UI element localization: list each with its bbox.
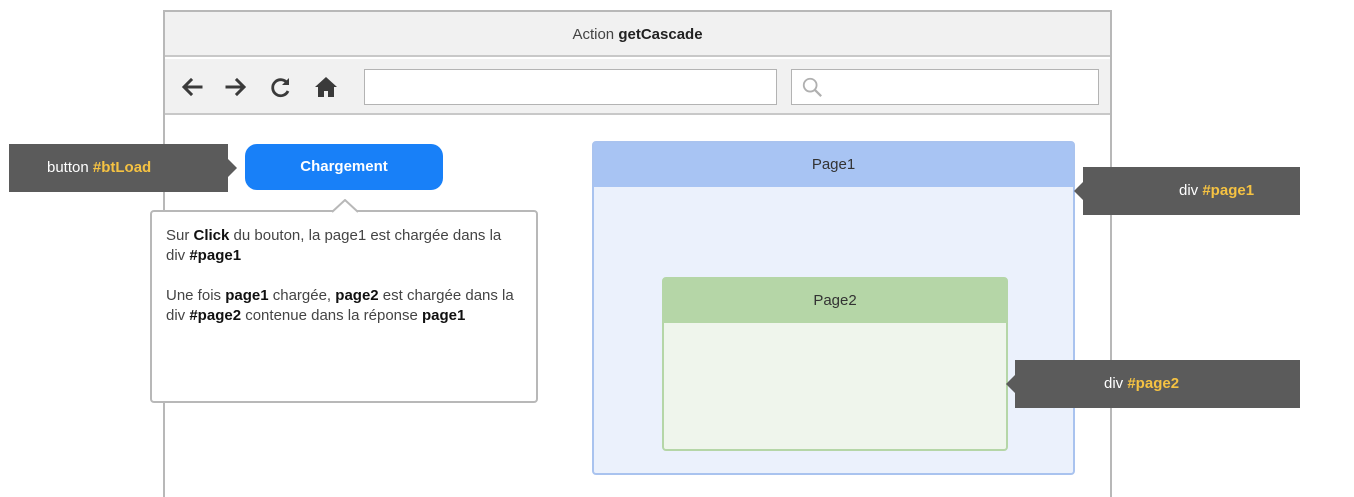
reload-icon[interactable] [269, 75, 293, 99]
home-icon[interactable] [314, 75, 338, 99]
chargement-button[interactable]: Chargement [245, 144, 443, 190]
search-icon [802, 77, 822, 97]
tag-page1-prefix: div [1179, 182, 1203, 199]
tag-page1: div #page1 [1074, 167, 1300, 215]
tag-page2: div #page2 [1006, 360, 1300, 408]
tag-btload-id: #btLoad [92, 159, 152, 176]
tag-page2-id: #page2 [1127, 375, 1180, 392]
browser-toolbar [165, 59, 1110, 115]
page2-title: Page2 [664, 279, 1006, 323]
window-title: Action getCascade [165, 12, 1110, 57]
tag-btload-pointer [228, 159, 237, 177]
page1-title: Page1 [594, 143, 1073, 187]
tag-btload-prefix: button [47, 159, 93, 176]
tooltip-pointer [332, 199, 358, 213]
tooltip-paragraph-1: Sur Click du bouton, la page1 est chargé… [166, 227, 502, 264]
info-tooltip: Sur Click du bouton, la page1 est chargé… [150, 199, 538, 403]
tag-page2-prefix: div [1104, 375, 1128, 392]
tag-page1-id: #page1 [1202, 182, 1255, 199]
url-input[interactable] [364, 69, 777, 105]
tag-page1-pointer [1074, 182, 1083, 200]
window-title-name: getCascade [618, 26, 703, 43]
arrow-left-icon[interactable] [180, 75, 204, 99]
tag-btload: button #btLoad [9, 144, 237, 192]
tooltip-paragraph-2: Une fois page1 chargée, page2 est chargé… [166, 287, 514, 324]
tag-page2-pointer [1006, 375, 1015, 393]
page2-container: Page2 [662, 277, 1008, 451]
arrow-right-icon[interactable] [224, 75, 248, 99]
window-title-prefix: Action [572, 26, 615, 43]
search-input[interactable] [791, 69, 1099, 105]
